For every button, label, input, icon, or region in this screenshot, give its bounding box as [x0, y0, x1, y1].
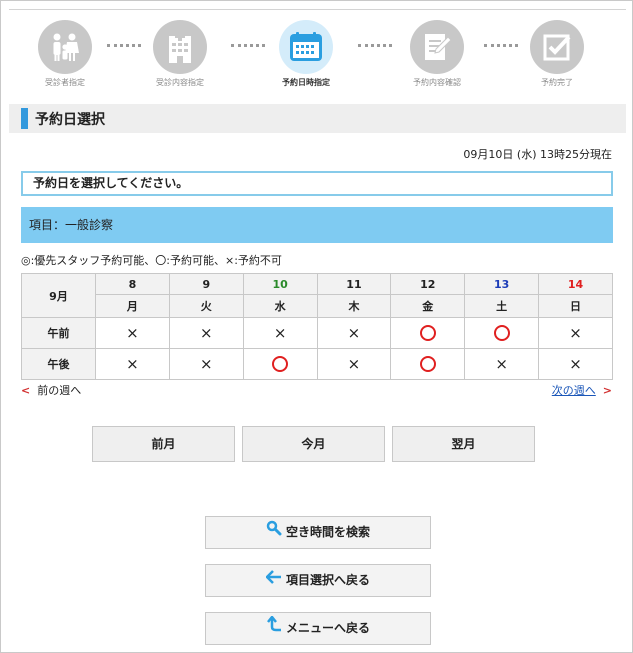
day-number: 11 — [316, 273, 392, 295]
weekday: 日 — [538, 294, 613, 318]
afternoon-row: 午後 × × × × × — [21, 348, 613, 380]
step-connector — [358, 44, 392, 47]
step-patient: 受診者指定 — [25, 20, 105, 88]
slot-cell: × — [95, 348, 170, 380]
section-accent-bar — [21, 108, 28, 129]
progress-steps: 受診者指定 受診内容指定 予約日時指定 予約内容確認 予約完了 — [9, 9, 626, 97]
step-confirm: 予約内容確認 — [397, 20, 477, 88]
step-label: 受診内容指定 — [156, 78, 204, 87]
step-label: 予約内容確認 — [413, 78, 461, 87]
next-week-label[interactable]: 次の週へ — [552, 384, 596, 397]
unavailable-mark: × — [273, 324, 287, 342]
slot-label: 午後 — [21, 348, 96, 380]
slot-cell[interactable] — [464, 317, 540, 349]
family-icon — [38, 20, 92, 74]
slot-cell: × — [95, 317, 170, 349]
back-to-menu-label: メニューへ戻る — [285, 621, 370, 635]
day-number: 12 — [390, 273, 466, 295]
calendar-month: 9月 — [21, 273, 96, 318]
step-label: 予約完了 — [541, 78, 573, 87]
item-label: 項目：一般診察 — [21, 207, 613, 243]
day-number: 14 — [538, 273, 613, 295]
calendar-icon — [279, 20, 333, 74]
slot-cell: × — [538, 348, 613, 380]
step-connector — [107, 44, 141, 47]
unavailable-mark: × — [569, 324, 582, 342]
step-content: 受診内容指定 — [140, 20, 220, 88]
slot-cell: × — [464, 348, 540, 380]
availability-legend: ◎:優先スタッフ予約可能、〇:予約可能、×:予約不可 — [21, 254, 282, 267]
day-number: 9 — [168, 273, 244, 295]
page-frame: 受診者指定 受診内容指定 予約日時指定 予約内容確認 予約完了 予約日選択 09… — [0, 0, 633, 653]
unavailable-mark: × — [347, 324, 361, 342]
step-datetime: 予約日時指定 — [266, 20, 346, 88]
current-month-button[interactable]: 今月 — [242, 426, 385, 462]
slot-cell[interactable] — [242, 348, 318, 380]
slot-cell: × — [168, 348, 244, 380]
unavailable-mark: × — [199, 324, 213, 342]
next-week-link[interactable]: 次の週へ > — [552, 382, 612, 398]
search-availability-label: 空き時間を検索 — [285, 525, 370, 539]
chevron-right-icon: > — [602, 384, 612, 397]
next-month-button[interactable]: 翌月 — [392, 426, 535, 462]
slot-label: 午前 — [21, 317, 96, 349]
unavailable-mark: × — [569, 355, 582, 373]
unavailable-mark: × — [199, 355, 213, 373]
slot-cell: × — [168, 317, 244, 349]
available-mark[interactable] — [493, 325, 510, 341]
unavailable-mark: × — [495, 355, 508, 373]
step-label: 予約日時指定 — [282, 78, 330, 87]
slot-cell: × — [538, 317, 613, 349]
section-title: 予約日選択 — [35, 112, 105, 128]
available-mark[interactable] — [419, 325, 436, 341]
step-label: 受診者指定 — [45, 78, 85, 87]
slot-cell: × — [316, 348, 392, 380]
instruction-box: 予約日を選択してください。 — [21, 171, 613, 196]
available-mark[interactable] — [419, 356, 436, 372]
day-number: 13 — [464, 273, 540, 295]
day-number: 10 — [242, 273, 318, 295]
slot-cell[interactable] — [390, 348, 466, 380]
weekday: 金 — [390, 294, 466, 318]
slot-cell: × — [316, 317, 392, 349]
morning-row: 午前 × × × × × — [21, 317, 613, 349]
step-connector — [484, 44, 518, 47]
unavailable-mark: × — [347, 355, 361, 373]
search-icon — [266, 517, 282, 548]
day-number: 8 — [95, 273, 170, 295]
availability-calendar: 9月 8 9 10 11 12 13 14 月 火 水 木 金 土 日 午前 ×… — [21, 273, 613, 380]
step-complete: 予約完了 — [517, 20, 597, 88]
hospital-icon — [153, 20, 207, 74]
weekday: 火 — [168, 294, 244, 318]
return-arrow-icon — [266, 613, 282, 644]
weekday: 月 — [95, 294, 170, 318]
current-time: 09月10日 (水) 13時25分現在 — [463, 148, 612, 161]
chevron-left-icon: < — [21, 384, 31, 397]
prev-month-button[interactable]: 前月 — [92, 426, 235, 462]
back-to-item-label: 項目選択へ戻る — [285, 573, 370, 587]
available-mark[interactable] — [272, 356, 289, 372]
prev-week-label: 前の週へ — [37, 384, 82, 397]
checkbox-icon — [530, 20, 584, 74]
step-connector — [231, 44, 265, 47]
slot-cell: × — [242, 317, 318, 349]
back-to-item-button[interactable]: 項目選択へ戻る — [205, 564, 431, 597]
unavailable-mark: × — [126, 355, 139, 373]
search-availability-button[interactable]: 空き時間を検索 — [205, 516, 431, 549]
weekday: 土 — [464, 294, 540, 318]
back-to-menu-button[interactable]: メニューへ戻る — [205, 612, 431, 645]
form-edit-icon — [410, 20, 464, 74]
section-header: 予約日選択 — [9, 104, 626, 133]
weekday: 木 — [316, 294, 392, 318]
prev-week-link[interactable]: < 前の週へ — [21, 382, 81, 398]
arrow-left-icon — [265, 565, 282, 596]
slot-cell[interactable] — [390, 317, 466, 349]
weekday: 水 — [242, 294, 318, 318]
unavailable-mark: × — [126, 324, 139, 342]
